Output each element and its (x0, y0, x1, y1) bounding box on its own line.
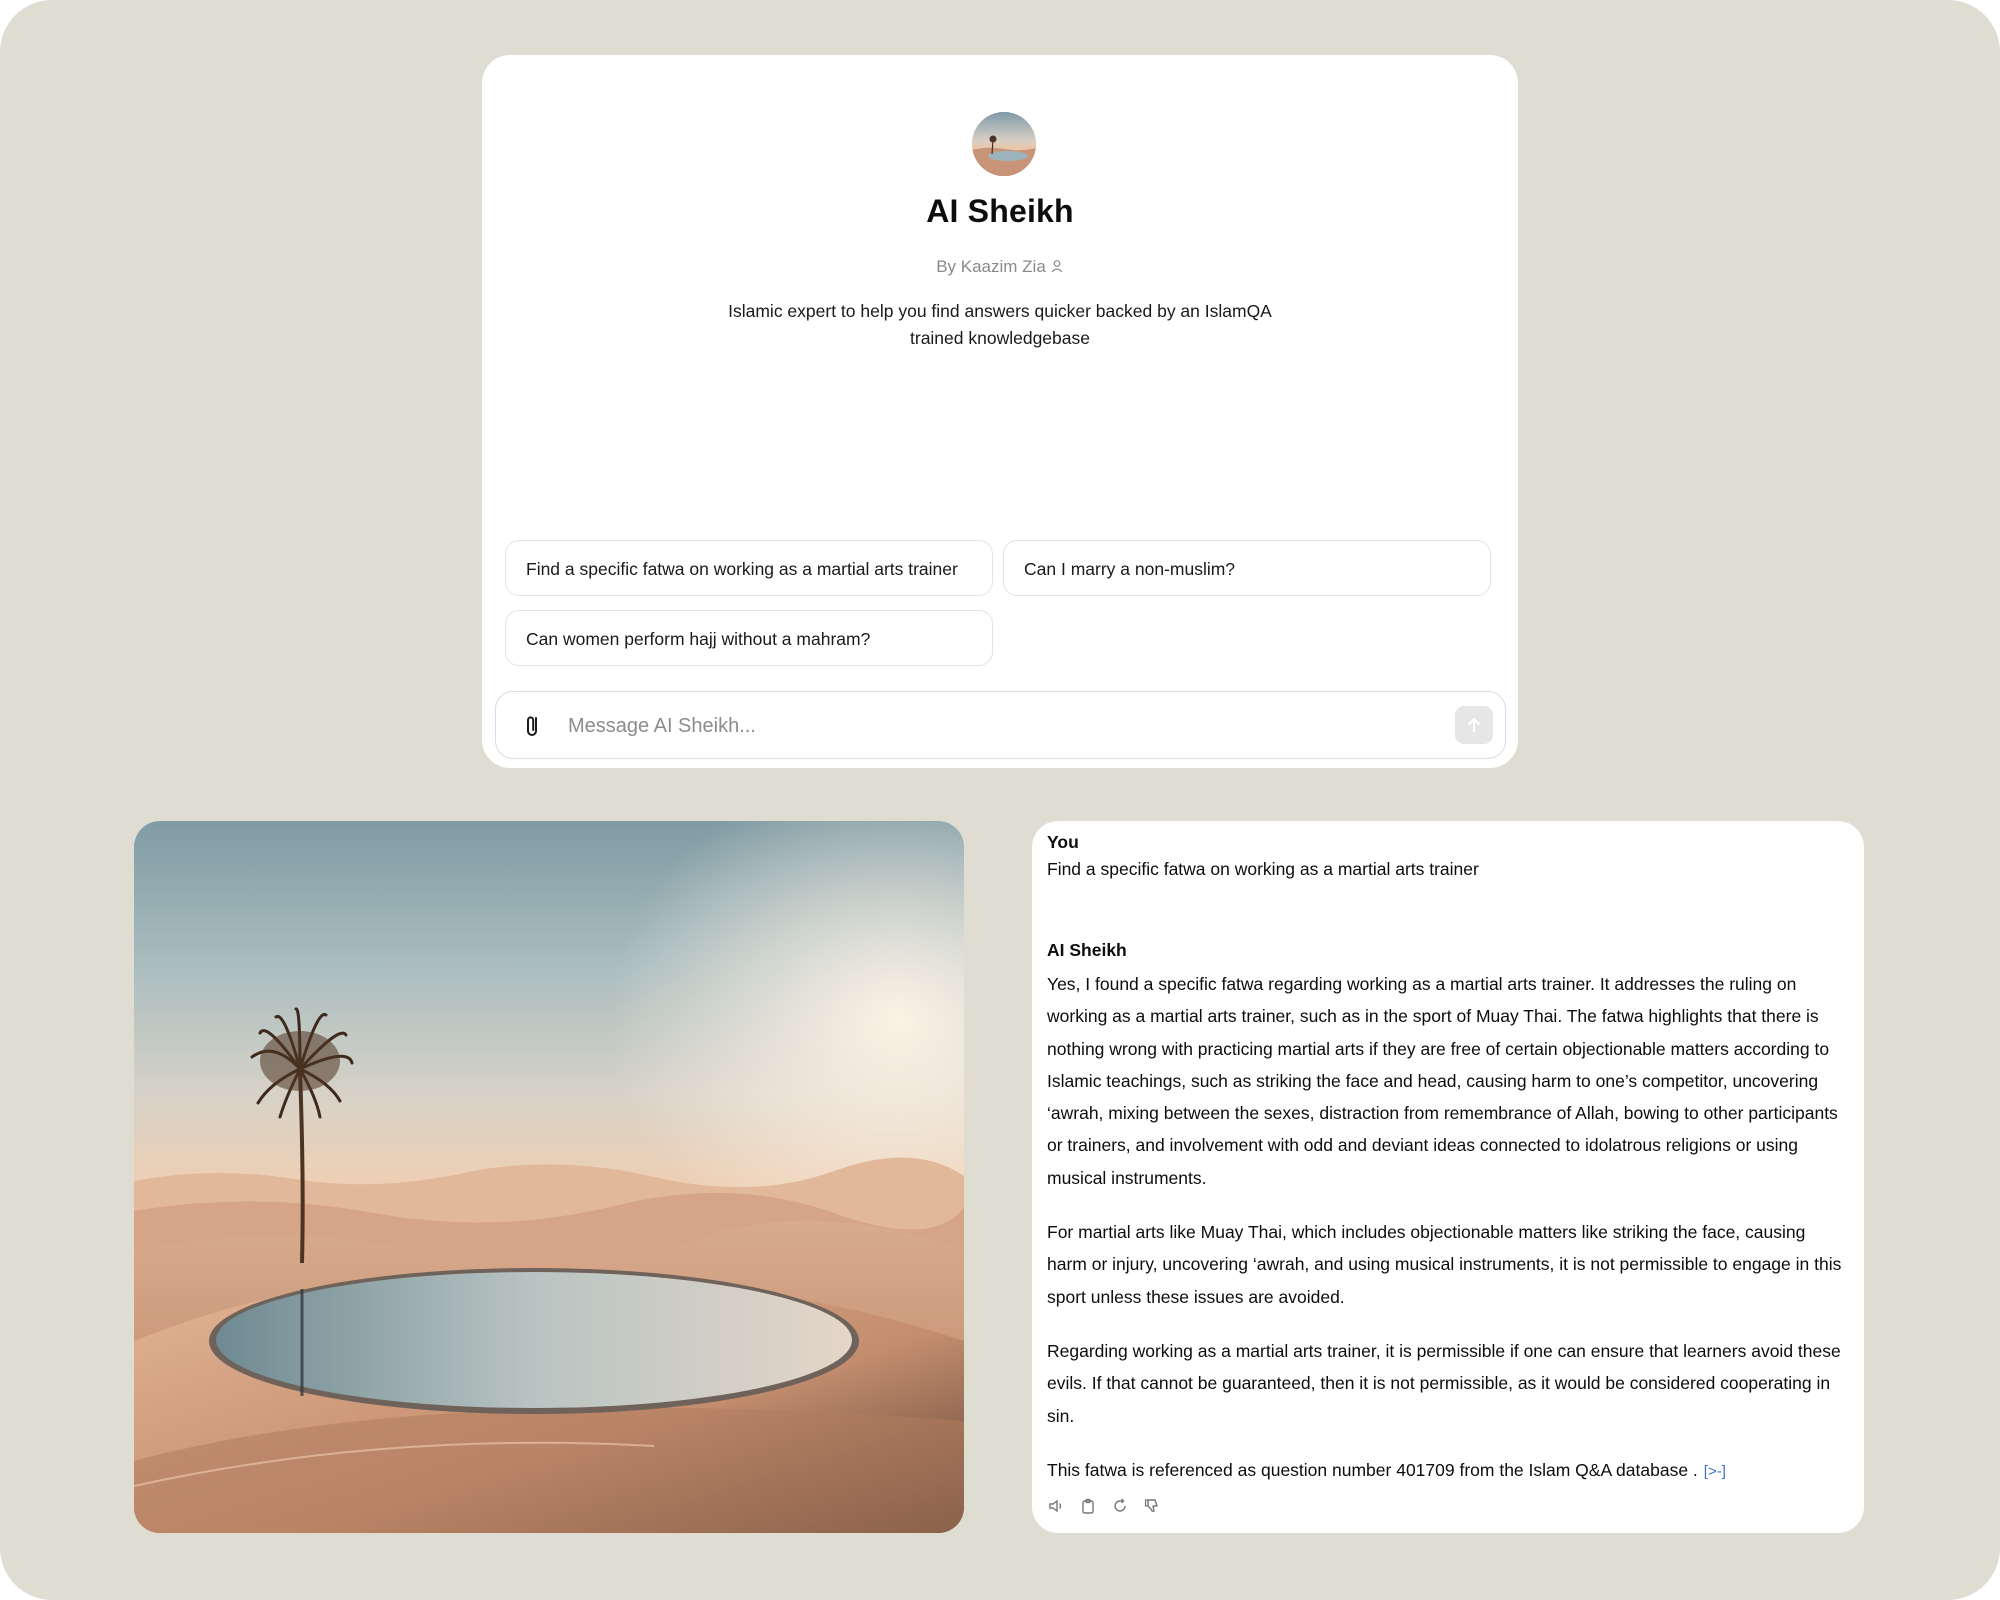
gpt-landing-card: AI Sheikh By Kaazim Zia Islamic expert t… (482, 55, 1518, 768)
assistant-label: AI Sheikh (1047, 940, 1127, 960)
conversation-starter[interactable]: Can women perform hajj without a mahram? (505, 610, 993, 666)
gpt-avatar (972, 112, 1036, 176)
author-label: By Kaazim Zia (936, 257, 1046, 276)
chat-transcript: You Find a specific fatwa on working as … (1032, 821, 1864, 1533)
canvas: AI Sheikh By Kaazim Zia Islamic expert t… (0, 0, 2000, 1600)
user-label: You (1047, 832, 1079, 852)
gpt-description: Islamic expert to help you find answers … (728, 301, 1272, 348)
assistant-reply: Yes, I found a specific fatwa regarding … (1047, 968, 1847, 1510)
message-actions (1047, 1497, 1161, 1515)
regenerate-icon[interactable] (1111, 1497, 1129, 1515)
send-button[interactable] (1455, 706, 1493, 744)
reply-paragraph: Yes, I found a specific fatwa regarding … (1047, 974, 1838, 1188)
arrow-up-icon (1467, 717, 1481, 733)
speaker-icon[interactable] (1047, 1497, 1065, 1515)
conversation-starter[interactable]: Can I marry a non-muslim? (1003, 540, 1491, 596)
reply-paragraph: For martial arts like Muay Thai, which i… (1047, 1222, 1842, 1307)
person-icon (1050, 258, 1064, 273)
desert-oasis-image (134, 821, 964, 1533)
reply-paragraph: Regarding working as a martial arts trai… (1047, 1340, 1841, 1426)
citation-link[interactable]: [>-] (1704, 1463, 1726, 1480)
gpt-author[interactable]: By Kaazim Zia (482, 257, 1518, 277)
message-input[interactable] (566, 704, 1390, 748)
gpt-title: AI Sheikh (926, 193, 1074, 229)
message-composer (495, 691, 1506, 759)
reply-paragraph: This fatwa is referenced as question num… (1047, 1459, 1698, 1480)
reply-paragraph-citation: This fatwa is referenced as question num… (1047, 1454, 1847, 1488)
thumbs-down-icon[interactable] (1143, 1497, 1161, 1515)
conversation-starter[interactable]: Find a specific fatwa on working as a ma… (505, 540, 993, 596)
copy-icon[interactable] (1079, 1497, 1097, 1515)
paperclip-icon[interactable] (520, 712, 546, 740)
user-message: Find a specific fatwa on working as a ma… (1047, 859, 1479, 879)
